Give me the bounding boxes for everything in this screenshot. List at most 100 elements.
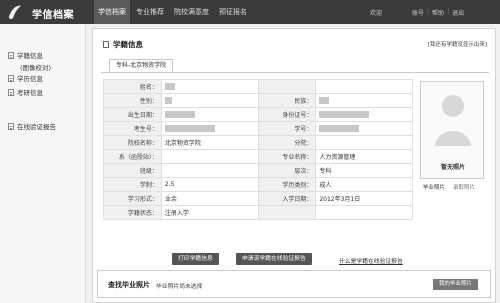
field-label: 院校名称： — [103, 135, 162, 150]
sidebar-item-label: 考研信息 — [17, 89, 43, 97]
document-icon — [8, 88, 14, 96]
field-label: 学历类别： — [257, 177, 317, 192]
field-value — [315, 93, 413, 108]
field-label: 身份证号： — [257, 107, 317, 122]
main-nav: 学信档案 专业推荐 院校满意度 预征报名 — [94, 0, 253, 24]
document-icon — [103, 41, 109, 48]
sidebar-item-label: 在线验证报告 — [17, 123, 56, 131]
document-icon — [8, 74, 14, 82]
sidebar-item-enrollment[interactable]: 学籍信息 — [8, 50, 43, 60]
top-header: 学信档案 学信档案 专业推荐 院校满意度 预征报名 欢迎 账号 | 帮助 | 退… — [0, 0, 500, 24]
enrollment-info-table: 姓名： 性别： 民族： 出生日期： 身份证号： 考生号： 学号： 院校名称： 北… — [103, 79, 413, 220]
field-label: 性别： — [103, 93, 162, 108]
page-title-text: 学籍信息 — [113, 40, 143, 49]
no-photo-caption: 暂无照片 — [440, 164, 465, 171]
field-value: 2.5 — [160, 177, 259, 192]
tab-divider — [101, 72, 489, 73]
field-label — [257, 79, 317, 94]
field-value — [160, 163, 259, 178]
redacted-value — [164, 97, 172, 104]
sidebar-item-postgrad-exam[interactable]: 考研信息 — [8, 87, 43, 97]
table-row: 学籍状态： 注册入学 — [103, 205, 413, 220]
field-value: 人力资源管理 — [315, 149, 413, 164]
field-value — [160, 107, 259, 122]
person-silhouette-icon — [435, 95, 471, 146]
graduation-photo-title: 查找毕业照片 — [108, 281, 150, 289]
logout-link[interactable]: 退出 — [452, 8, 464, 17]
missing-record-link[interactable]: [我还有学籍没显示出来] — [428, 40, 487, 48]
field-value — [315, 205, 413, 220]
sidebar: 学籍信息 (图像校对) 学历信息 考研信息 在线验证报告 — [0, 24, 86, 303]
field-label: 系（函授站）： — [103, 149, 162, 164]
account-link[interactable]: 账号 — [412, 8, 424, 17]
field-label: 学号： — [257, 121, 317, 136]
field-value: 2012年3月1日 — [315, 191, 413, 206]
redacted-value — [164, 111, 195, 118]
field-label: 班级： — [103, 163, 162, 178]
field-value — [160, 149, 259, 164]
redacted-value — [319, 111, 370, 118]
field-label: 学制： — [103, 177, 162, 192]
app-title: 学信档案 — [32, 10, 74, 21]
table-row: 性别： 民族： — [103, 93, 413, 108]
field-value — [160, 79, 259, 94]
field-label: 学习形式： — [103, 191, 162, 206]
sidebar-item-degree[interactable]: 学历信息 — [8, 73, 43, 83]
table-row: 院校名称： 北京物资学院 分院： — [103, 135, 413, 150]
logo-icon — [9, 5, 21, 19]
tab-school-record[interactable]: 专科-北京物资学院 — [109, 59, 174, 72]
link-divider: | — [447, 8, 450, 15]
redacted-value — [319, 125, 360, 132]
welcome-text: 欢迎 — [370, 10, 383, 17]
apply-verification-report-button[interactable]: 申请该学籍在线验证报告 — [236, 253, 312, 265]
field-value — [315, 135, 413, 150]
table-row: 姓名： — [103, 79, 413, 94]
field-value: 北京物资学院 — [160, 135, 259, 150]
field-label: 入学日期： — [257, 191, 317, 206]
table-row: 学制： 2.5 学历类别： 成人 — [103, 177, 413, 192]
field-label: 学籍状态： — [103, 205, 162, 220]
field-label: 考生号： — [103, 121, 162, 136]
redacted-value — [319, 97, 330, 104]
field-value — [315, 121, 413, 136]
what-is-report-link[interactable]: 什么是学籍在线验证报告 — [339, 256, 403, 265]
field-label: 专业名称： — [257, 149, 317, 164]
my-graduation-photo-button[interactable]: 我的毕业照片 — [432, 279, 478, 290]
field-label: 民族： — [257, 93, 317, 108]
table-row: 系（函授站）： 专业名称： 人力资源管理 — [103, 149, 413, 164]
nav-item-pre-enlist[interactable]: 预征报名 — [215, 0, 251, 24]
field-label: 分院： — [257, 135, 317, 150]
field-value: 成人 — [315, 177, 413, 192]
nav-item-xuexin-archive[interactable]: 学信档案 — [94, 0, 130, 24]
graduation-photo-label[interactable]: 毕业照片 — [423, 183, 445, 191]
sidebar-item-label: 学历信息 — [17, 75, 43, 83]
field-value — [315, 107, 413, 122]
nav-item-school-satisfaction[interactable]: 院校满意度 — [170, 0, 213, 24]
table-row: 学习形式： 业余 入学日期： 2012年3月1日 — [103, 191, 413, 206]
sidebar-item-online-report[interactable]: 在线验证报告 — [8, 121, 56, 131]
admission-photo-link[interactable]: 录取照片 — [453, 183, 475, 191]
graduation-photo-status: 毕业照片尚未选择 — [156, 284, 203, 290]
redacted-value — [164, 125, 215, 132]
photo-placeholder: 暂无照片 — [420, 81, 484, 179]
table-row: 出生日期： 身份证号： — [103, 107, 413, 122]
field-label: 层次： — [257, 163, 317, 178]
sidebar-item-label: 学籍信息 — [17, 52, 43, 60]
field-value — [160, 121, 259, 136]
nav-item-major-recommend[interactable]: 专业推荐 — [132, 0, 168, 24]
field-value: 注册入学 — [160, 205, 259, 220]
field-value — [160, 93, 259, 108]
link-divider: | — [427, 8, 430, 15]
help-link[interactable]: 帮助 — [432, 8, 444, 17]
table-row: 班级： 层次： 专科 — [103, 163, 413, 178]
page-title: 学籍信息 — [103, 39, 143, 50]
document-icon — [8, 51, 14, 59]
field-label: 出生日期： — [103, 107, 162, 122]
field-value: 业余 — [160, 191, 259, 206]
field-label — [257, 205, 317, 220]
print-enrollment-button[interactable]: 打印学籍信息 — [172, 253, 219, 265]
field-value: 专科 — [315, 163, 413, 178]
top-links: 账号 | 帮助 | 退出 — [412, 8, 464, 17]
graduation-photo-panel: 查找毕业照片 毕业照片尚未选择 我的毕业照片 — [97, 270, 491, 298]
sidebar-item-photo-check[interactable]: (图像校对) — [20, 62, 51, 72]
